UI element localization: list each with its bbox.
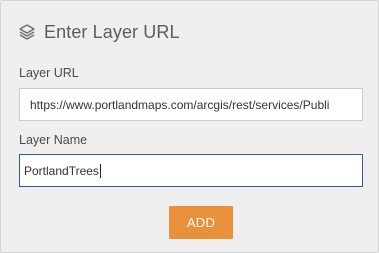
panel-header: Enter Layer URL — [18, 19, 180, 45]
layer-url-value: https://www.portlandmaps.com/arcgis/rest… — [30, 97, 330, 112]
text-caret — [99, 163, 101, 178]
layers-icon — [18, 23, 36, 41]
add-button[interactable]: ADD — [169, 206, 233, 239]
layer-name-label: Layer Name — [19, 133, 88, 147]
layer-name-value: PortlandTrees — [24, 163, 99, 178]
layer-url-input[interactable]: https://www.portlandmaps.com/arcgis/rest… — [19, 88, 363, 121]
layer-name-input[interactable]: PortlandTrees — [19, 154, 363, 187]
panel-title: Enter Layer URL — [44, 21, 180, 42]
enter-layer-url-panel: Enter Layer URL Layer URL https://www.po… — [0, 0, 379, 253]
layer-url-label: Layer URL — [19, 66, 79, 80]
